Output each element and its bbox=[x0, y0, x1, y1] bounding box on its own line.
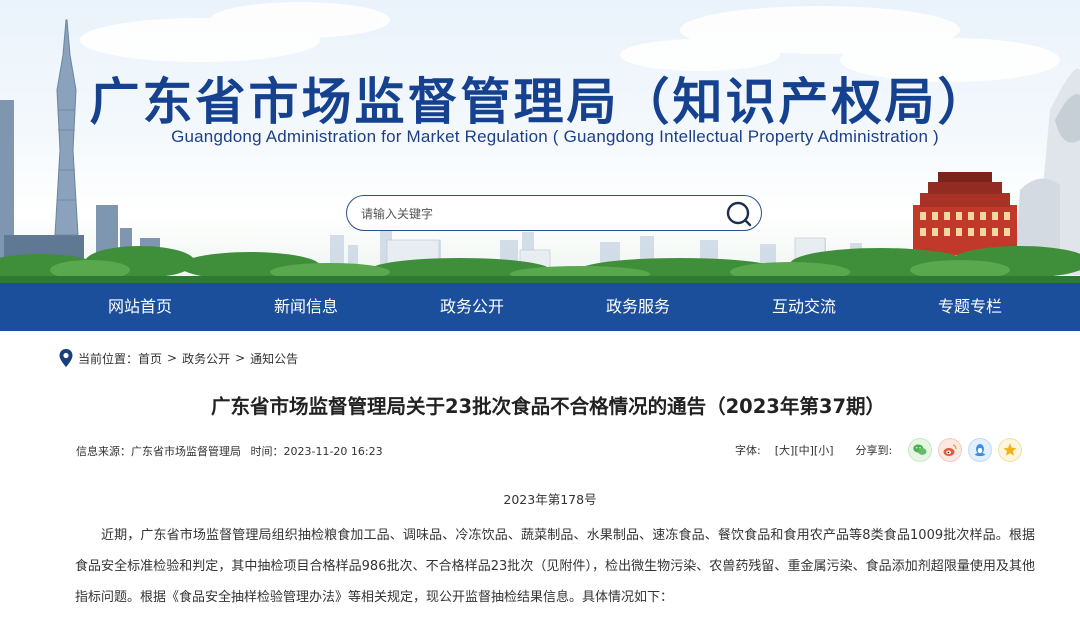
article-meta: 信息来源：广东省市场监督管理局 时间：2023-11-20 16:23 bbox=[76, 443, 389, 459]
wechat-icon[interactable] bbox=[908, 438, 933, 462]
breadcrumb-home[interactable]: 首页 bbox=[138, 350, 162, 367]
breadcrumb-gov-affairs-public[interactable]: 政务公开 bbox=[182, 350, 230, 367]
nav-item-news[interactable]: 新闻信息 bbox=[223, 283, 389, 331]
breadcrumb-separator: > bbox=[235, 351, 246, 365]
search-input[interactable] bbox=[361, 204, 721, 224]
nav-item-home[interactable]: 网站首页 bbox=[57, 283, 223, 331]
main-nav: 网站首页 新闻信息 政务公开 政务服务 互动交流 专题专栏 bbox=[0, 283, 1080, 331]
article-title: 广东省市场监督管理局关于23批次食品不合格情况的通告（2023年第37期） bbox=[210, 395, 886, 418]
search-bar bbox=[346, 195, 762, 231]
source-value: 广东省市场监督管理局 bbox=[131, 445, 241, 458]
site-title-chinese: 广东省市场监督管理局（知识产权局） bbox=[89, 73, 991, 131]
font-size-large[interactable]: [大] bbox=[775, 442, 795, 458]
breadcrumb-prefix: 当前位置： bbox=[78, 351, 139, 366]
document-number: 2023年第178号 bbox=[503, 492, 597, 507]
article-paragraph: 近期，广东省市场监督管理局组织抽检粮食加工品、调味品、冷冻饮品、蔬菜制品、水果制… bbox=[75, 528, 1035, 605]
location-pin-icon bbox=[59, 349, 73, 367]
article-tools: 字体: [大] [中] [小] 分享到: bbox=[735, 438, 1023, 462]
font-size-label: 字体: bbox=[735, 444, 761, 457]
breadcrumb-notices[interactable]: 通知公告 bbox=[250, 350, 298, 367]
qq-icon[interactable] bbox=[968, 438, 993, 462]
header-banner: 广东省市场监督管理局（知识产权局） Guangdong Administrati… bbox=[0, 0, 1080, 283]
weibo-icon[interactable] bbox=[938, 438, 963, 462]
favorite-icon[interactable] bbox=[998, 438, 1023, 462]
search-icon[interactable] bbox=[725, 200, 753, 228]
font-size-small[interactable]: [小] bbox=[814, 442, 834, 458]
share-label: 分享到: bbox=[855, 444, 893, 457]
nav-item-interaction[interactable]: 互动交流 bbox=[721, 283, 887, 331]
source-label: 信息来源： bbox=[76, 445, 131, 458]
site-title-english: Guangdong Administration for Market Regu… bbox=[171, 127, 939, 146]
time-label: 时间： bbox=[250, 445, 284, 458]
font-size-medium[interactable]: [中] bbox=[794, 442, 814, 458]
breadcrumb: 当前位置： 首页 > 政务公开 > 通知公告 bbox=[58, 348, 298, 368]
nav-item-special-topics[interactable]: 专题专栏 bbox=[887, 283, 1053, 331]
time-value: 2023-11-20 16:23 bbox=[283, 445, 383, 458]
breadcrumb-separator: > bbox=[167, 351, 178, 365]
nav-item-gov-affairs-public[interactable]: 政务公开 bbox=[389, 283, 555, 331]
nav-item-gov-services[interactable]: 政务服务 bbox=[555, 283, 721, 331]
